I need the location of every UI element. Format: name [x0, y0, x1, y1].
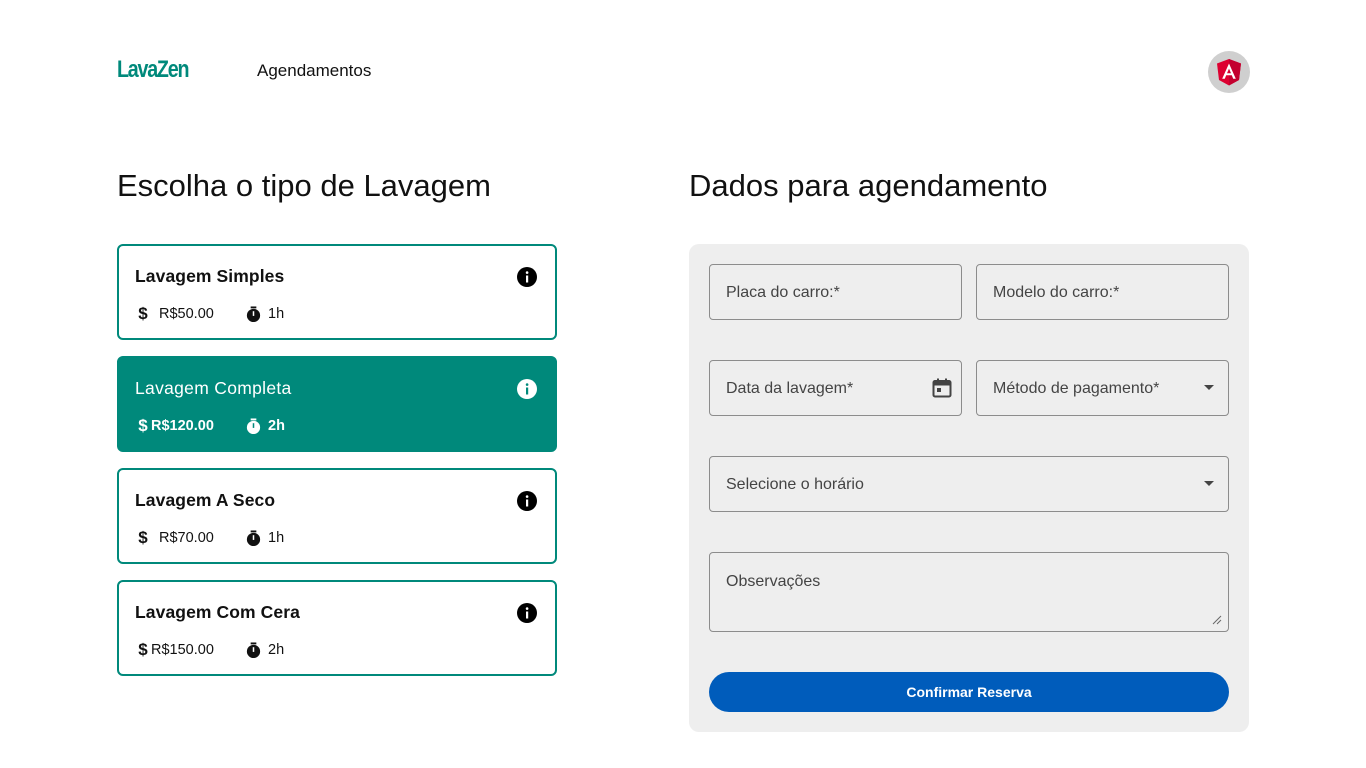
model-label: Modelo do carro:*	[993, 284, 1120, 301]
dropdown-arrow-icon	[1204, 385, 1214, 390]
notes-label: Observações	[726, 573, 821, 590]
wash-duration: 1h	[268, 306, 285, 322]
model-input[interactable]: Modelo do carro:*	[976, 264, 1229, 320]
info-icon[interactable]	[516, 490, 538, 512]
wash-card-title: Lavagem Completa	[135, 378, 292, 398]
wash-duration: 1h	[268, 530, 285, 546]
wash-card-a-seco[interactable]: Lavagem A Seco $ R$70.00 1h	[117, 468, 557, 564]
wash-card-title: Lavagem Com Cera	[135, 602, 300, 622]
timer-icon	[246, 529, 261, 546]
wash-price: R$120.00	[151, 418, 214, 434]
plate-label: Placa do carro:*	[726, 284, 840, 301]
info-icon[interactable]	[516, 602, 538, 624]
wash-type-title: Escolha o tipo de Lavagem	[117, 168, 491, 203]
confirm-booking-button[interactable]: Confirmar Reserva	[709, 672, 1229, 712]
payment-label: Método de pagamento*	[993, 380, 1160, 397]
wash-duration: 2h	[268, 418, 285, 434]
dollar-icon: $	[138, 416, 148, 435]
notes-textarea[interactable]: Observações	[709, 552, 1229, 632]
timer-icon	[246, 641, 261, 658]
time-select[interactable]: Selecione o horário	[709, 456, 1229, 512]
wash-card-completa[interactable]: Lavagem Completa $ R$120.00 2h	[117, 356, 557, 452]
payment-method-select[interactable]: Método de pagamento*	[976, 360, 1229, 416]
info-icon[interactable]	[516, 266, 538, 288]
calendar-icon[interactable]	[931, 377, 953, 399]
user-avatar[interactable]	[1208, 51, 1250, 93]
nav-link-agendamentos[interactable]: Agendamentos	[257, 61, 371, 81]
wash-duration: 2h	[268, 642, 285, 658]
booking-form-title: Dados para agendamento	[689, 168, 1048, 203]
booking-form-panel: Placa do carro:* Modelo do carro:* Data …	[689, 244, 1249, 732]
dollar-icon: $	[138, 304, 148, 323]
time-label: Selecione o horário	[726, 476, 864, 493]
timer-icon	[246, 417, 261, 434]
app-logo[interactable]: LavaZen	[117, 56, 189, 84]
plate-input[interactable]: Placa do carro:*	[709, 264, 962, 320]
wash-card-com-cera[interactable]: Lavagem Com Cera $ R$150.00 2h	[117, 580, 557, 676]
dollar-icon: $	[138, 640, 148, 659]
timer-icon	[246, 305, 261, 322]
date-input[interactable]: Data da lavagem*	[709, 360, 962, 416]
wash-price: R$70.00	[159, 530, 214, 546]
wash-price: R$150.00	[151, 642, 214, 658]
info-icon[interactable]	[516, 378, 538, 400]
wash-card-title: Lavagem A Seco	[135, 490, 276, 510]
angular-logo-icon	[1217, 59, 1241, 86]
dropdown-arrow-icon	[1204, 481, 1214, 486]
date-label: Data da lavagem*	[726, 380, 854, 397]
wash-price: R$50.00	[159, 306, 214, 322]
resize-handle-icon[interactable]	[1212, 615, 1222, 625]
wash-card-simples[interactable]: Lavagem Simples $ R$50.00 1h	[117, 244, 557, 340]
dollar-icon: $	[138, 528, 148, 547]
wash-card-title: Lavagem Simples	[135, 266, 285, 286]
